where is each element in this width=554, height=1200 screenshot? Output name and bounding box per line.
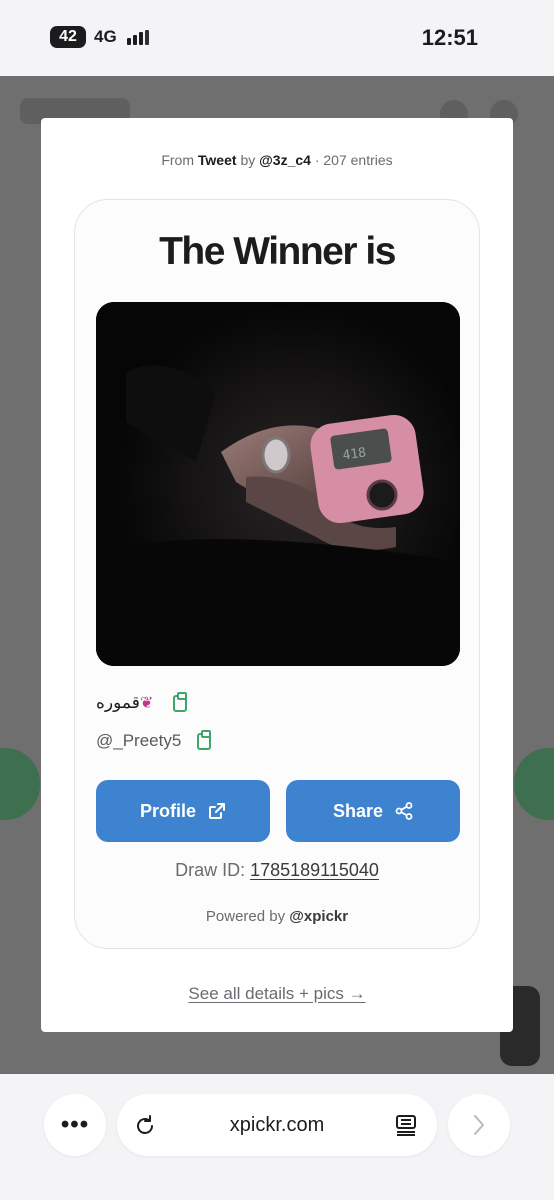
share-icon (395, 802, 413, 820)
signal-icon (126, 29, 149, 45)
status-left: 42 4G (50, 26, 149, 48)
winner-handle-row: @_Preety5 (96, 728, 212, 754)
forward-button[interactable] (448, 1094, 510, 1156)
xpickr-link[interactable]: @xpickr (289, 908, 348, 925)
winner-name-row: قموره❦ (96, 690, 188, 716)
see-all-details-link[interactable]: See all details + pics → (41, 984, 513, 1004)
clipboard-icon[interactable] (173, 691, 188, 712)
external-link-icon (209, 803, 225, 819)
fairy-icon: ❦ (139, 693, 154, 712)
address-bar[interactable]: xpickr.com (117, 1094, 437, 1156)
author-handle[interactable]: @3z_c4 (259, 152, 311, 168)
winner-avatar: 418 (96, 302, 460, 666)
status-time: 12:51 (421, 25, 478, 50)
profile-button[interactable]: Profile (96, 780, 270, 842)
source-type: Tweet (197, 152, 237, 168)
powered-by: Powered by @xpickr (205, 908, 349, 925)
giveaway-meta: From Tweet by @3z_c4 · 207 entries (161, 152, 393, 168)
network-type: 4G (94, 27, 117, 46)
winner-modal: From Tweet by @3z_c4 · 207 entries The W… (41, 118, 513, 1032)
clipboard-icon[interactable] (197, 729, 212, 750)
winner-handle[interactable]: @_Preety5 (96, 731, 181, 751)
chevron-right-icon (474, 1115, 484, 1135)
battery-icon: 42 (50, 26, 86, 48)
draw-id: Draw ID: 1785189115040 (175, 860, 379, 880)
draw-id-link[interactable]: 1785189115040 (250, 860, 379, 880)
entries-count: 207 entries (323, 152, 393, 168)
winner-card: The Winner is 418 قموره❦ @_Preety5 Profi… (74, 199, 480, 949)
page-title: The Winner is (159, 230, 396, 273)
status-bar: 42 4G 12:51 (0, 0, 554, 76)
share-button[interactable]: Share (286, 780, 460, 842)
winner-display-name: قموره❦ (96, 693, 154, 713)
reader-mode-icon[interactable] (395, 1113, 417, 1137)
browser-toolbar: ••• xpickr.com (0, 1074, 554, 1200)
url-text: xpickr.com (229, 1114, 325, 1136)
more-menu-button[interactable]: ••• (44, 1094, 106, 1156)
